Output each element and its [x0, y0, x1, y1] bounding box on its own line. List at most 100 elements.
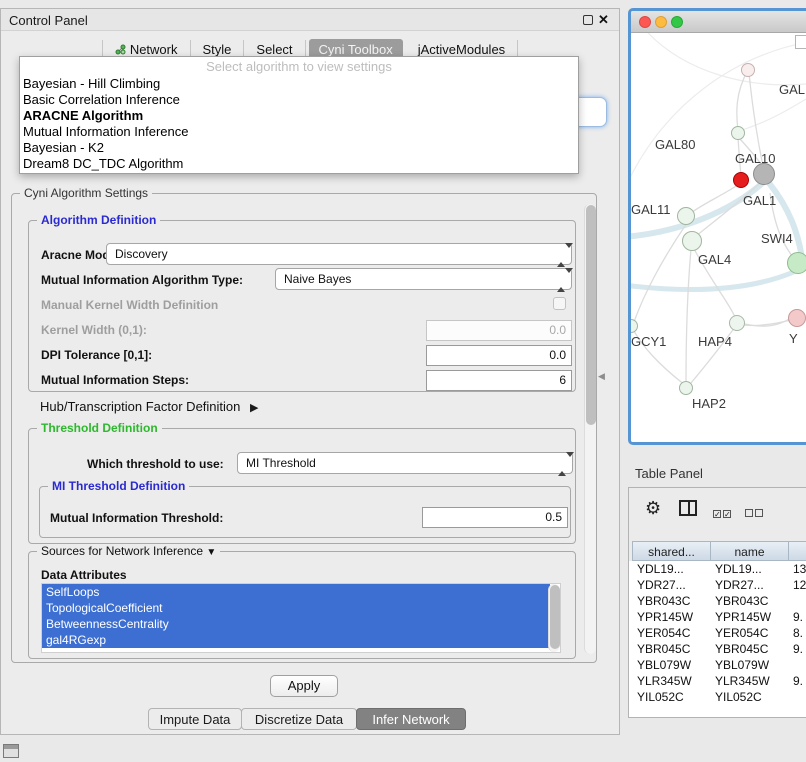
- select-all-icon[interactable]: ✓✓: [713, 504, 733, 522]
- dropdown-item[interactable]: Dream8 DC_TDC Algorithm: [20, 156, 578, 172]
- bottom-tab-impute-data[interactable]: Impute Data: [148, 708, 242, 730]
- close-icon[interactable]: ✕: [598, 12, 609, 28]
- dropdown-item[interactable]: Mutual Information Inference: [20, 124, 578, 140]
- combo-arrows-icon: [557, 248, 565, 262]
- cell: [788, 689, 806, 705]
- desktop: Control Panel ✕ Network Style Select Cyn…: [0, 0, 806, 762]
- node-label: GAL: [779, 82, 805, 97]
- traffic-light-minimize[interactable]: [655, 16, 667, 28]
- cell: YER054C: [710, 625, 791, 641]
- node-label: Y: [789, 331, 798, 346]
- collapse-down-icon: ▼: [206, 547, 216, 558]
- cell: YIL052C: [632, 689, 713, 705]
- cell: 12: [788, 577, 806, 593]
- aracne-mode-combo[interactable]: Discovery: [106, 243, 572, 265]
- table-row[interactable]: YIL052C YIL052C: [629, 689, 806, 717]
- mi-type-label: Mutual Information Algorithm Type:: [41, 273, 243, 287]
- node-pale-green[interactable]: [731, 126, 745, 140]
- attribute-item[interactable]: gal4RGexp: [42, 632, 550, 648]
- combo-value: MI Threshold: [246, 456, 316, 470]
- cell: YBR045C: [632, 641, 713, 657]
- list-scrollbar[interactable]: [548, 584, 560, 652]
- bottom-tab-infer-network[interactable]: Infer Network: [356, 708, 466, 730]
- table-row[interactable]: YDR27... YDR27... 12: [629, 577, 806, 593]
- node-red[interactable]: [733, 172, 749, 188]
- apply-button[interactable]: Apply: [270, 675, 338, 697]
- algorithm-definition-groupbox: Algorithm Definition Aracne Mode: Discov…: [28, 220, 576, 392]
- mi-threshold-label: Mutual Information Threshold:: [50, 511, 223, 525]
- node-pale-green[interactable]: [682, 231, 702, 251]
- settings-scrollbar[interactable]: [584, 204, 596, 654]
- which-threshold-combo[interactable]: MI Threshold: [237, 452, 573, 474]
- window-title: Control Panel: [9, 13, 88, 28]
- table-row[interactable]: YLR345W YLR345W 9.: [629, 673, 806, 689]
- cell: YDL19...: [710, 561, 791, 577]
- hub-section-label: Hub/Transcription Factor Definition: [40, 399, 240, 414]
- mi-threshold-field[interactable]: 0.5: [422, 507, 568, 528]
- tab-label: jActiveModules: [418, 42, 505, 57]
- sources-groupbox: Sources for Network Inference ▼ Data Att…: [28, 551, 576, 659]
- dropdown-item[interactable]: Basic Correlation Inference: [20, 92, 578, 108]
- scrollbar-thumb[interactable]: [550, 585, 560, 649]
- node-pale-pink[interactable]: [741, 63, 755, 77]
- deselect-all-icon[interactable]: [745, 504, 765, 522]
- cell: YDR27...: [710, 577, 791, 593]
- cell: 8.: [788, 625, 806, 641]
- network-icon: [115, 44, 126, 55]
- table-row[interactable]: YBR043C YBR043C: [629, 593, 806, 609]
- hub-section-toggle[interactable]: Hub/Transcription Factor Definition ▶: [40, 399, 258, 414]
- traffic-light-zoom[interactable]: [671, 16, 683, 28]
- cell: YIL052C: [710, 689, 791, 705]
- node-pale-green[interactable]: [677, 207, 695, 225]
- table-row[interactable]: YDL19... YDL19... 13: [629, 561, 806, 577]
- table-row[interactable]: YBL079W YBL079W: [629, 657, 806, 673]
- cell: 9.: [788, 609, 806, 625]
- control-panel-titlebar[interactable]: Control Panel ✕: [1, 9, 619, 31]
- node-pale-green[interactable]: [729, 315, 745, 331]
- table-row[interactable]: YER054C YER054C 8.: [629, 625, 806, 641]
- combo-value: Discovery: [115, 247, 168, 261]
- dropdown-item[interactable]: Bayesian - Hill Climbing: [20, 76, 578, 92]
- sources-toggle[interactable]: Sources for Network Inference ▼: [37, 544, 220, 558]
- header-cell-shared-name[interactable]: shared...: [632, 541, 711, 561]
- tab-label: Select: [256, 42, 292, 57]
- traffic-light-close[interactable]: [639, 16, 651, 28]
- scrollbar-corner[interactable]: [795, 35, 806, 49]
- node-pale-green[interactable]: [679, 381, 693, 395]
- node-gray[interactable]: [753, 163, 775, 185]
- network-titlebar[interactable]: [631, 11, 806, 33]
- header-cell-name[interactable]: name: [710, 541, 789, 561]
- threshold-title: Threshold Definition: [37, 421, 162, 435]
- attribute-item[interactable]: TopologicalCoefficient: [42, 600, 550, 616]
- panel-collapse-arrow-icon[interactable]: ◀: [598, 371, 605, 382]
- dropdown-placeholder: Select algorithm to view settings: [20, 58, 578, 76]
- dropdown-item[interactable]: Bayesian - K2: [20, 140, 578, 156]
- table-row[interactable]: YBR045C YBR045C 9.: [629, 641, 806, 657]
- dropdown-item-selected[interactable]: ARACNE Algorithm: [20, 108, 578, 124]
- node-label: GAL10: [735, 151, 775, 166]
- table-row[interactable]: YPR145W YPR145W 9.: [629, 609, 806, 625]
- float-window-icon[interactable]: [583, 15, 593, 25]
- table-panel-title: Table Panel: [635, 466, 703, 481]
- attribute-item[interactable]: BetweennessCentrality: [42, 616, 550, 632]
- network-canvas[interactable]: GAL GAL80 GAL10 GAL11 GAL1 SWI4 GAL4 GCY…: [631, 33, 806, 442]
- node-pink[interactable]: [788, 309, 806, 327]
- dpi-tolerance-field[interactable]: 0.0: [426, 345, 572, 366]
- node-label: GAL11: [631, 202, 671, 217]
- table-panel-window: ⚙ ✓✓ shared... name YDL19... YDL19... 13…: [628, 487, 806, 718]
- cell: 13: [788, 561, 806, 577]
- bottom-tab-discretize-data[interactable]: Discretize Data: [241, 708, 357, 730]
- gear-icon[interactable]: ⚙: [645, 498, 661, 519]
- attribute-item[interactable]: SelfLoops: [42, 584, 550, 600]
- mi-type-combo[interactable]: Naive Bayes: [275, 268, 572, 290]
- minimized-panel-icon[interactable]: [3, 744, 19, 758]
- header-cell-cut[interactable]: [788, 541, 806, 561]
- combo-arrows-icon: [558, 457, 566, 471]
- scrollbar-thumb[interactable]: [586, 205, 596, 425]
- cell: YLR345W: [710, 673, 791, 689]
- node-green[interactable]: [787, 252, 806, 274]
- cell: YBR043C: [710, 593, 791, 609]
- attributes-listbox[interactable]: SelfLoops TopologicalCoefficient Between…: [41, 583, 561, 653]
- columns-icon[interactable]: [679, 500, 697, 516]
- mi-steps-field[interactable]: 6: [426, 370, 572, 391]
